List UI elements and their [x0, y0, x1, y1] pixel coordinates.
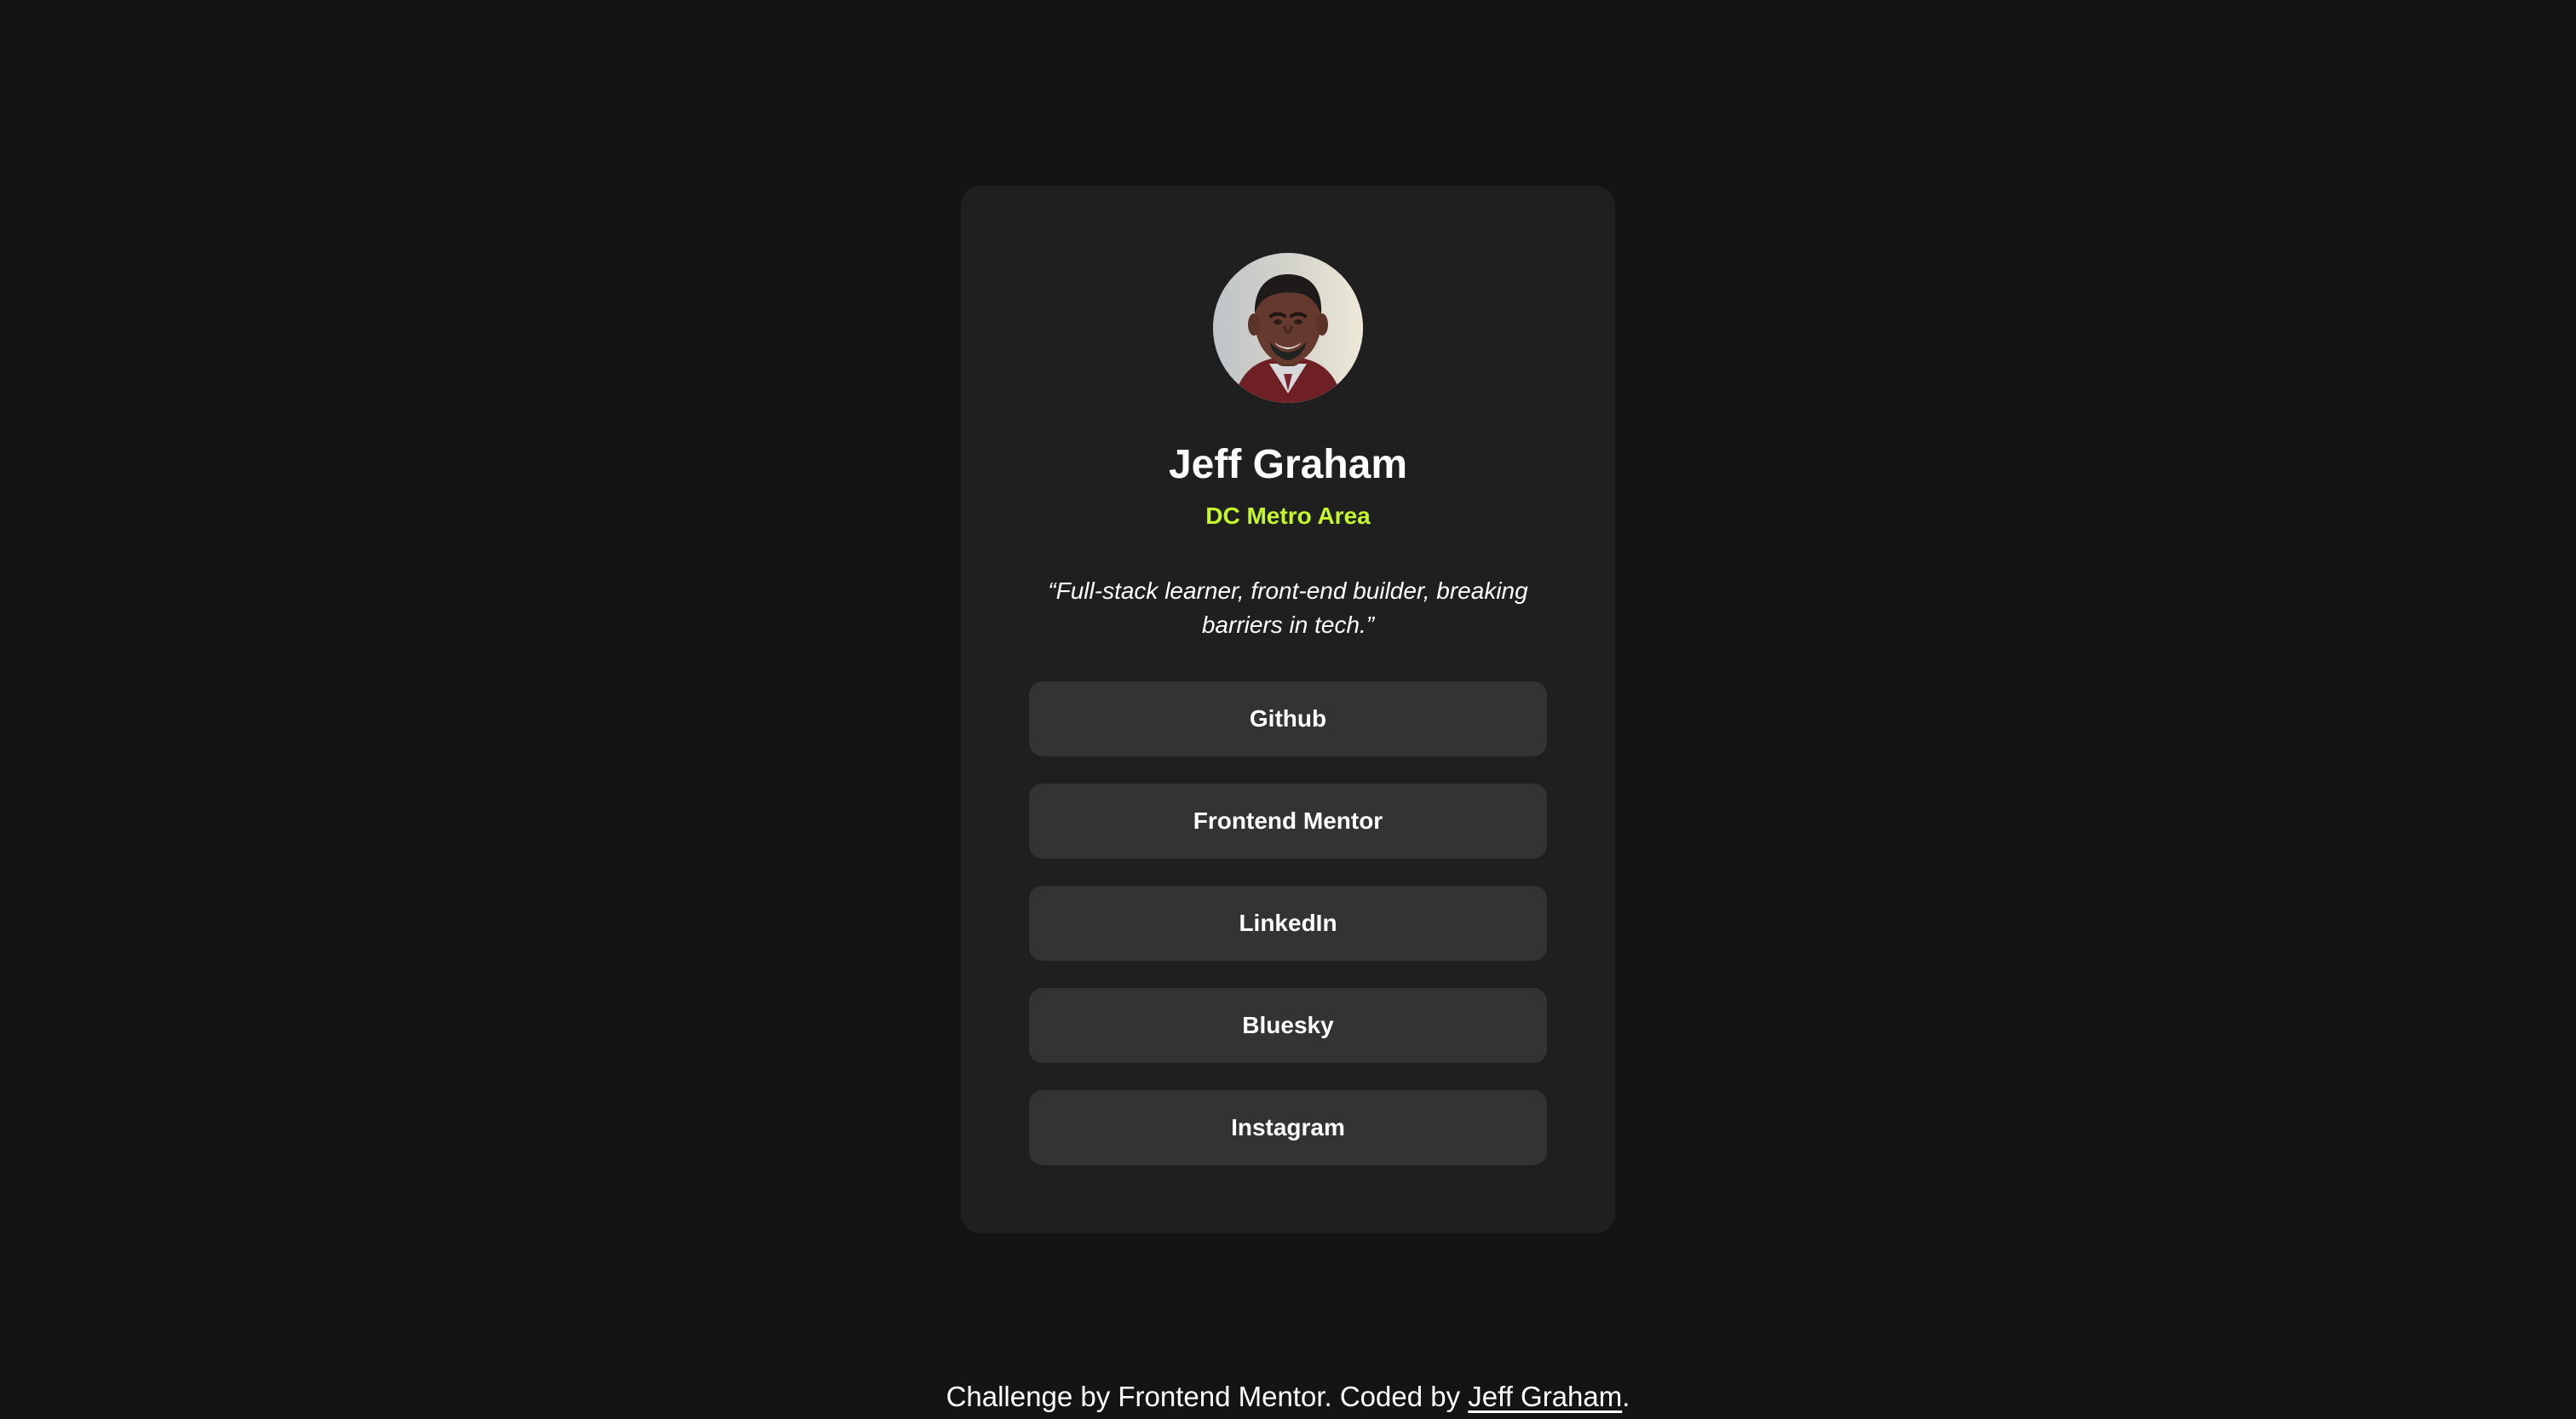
bluesky-link-button[interactable]: Bluesky: [1029, 988, 1547, 1063]
github-link-button[interactable]: Github: [1029, 681, 1547, 756]
author-link[interactable]: Jeff Graham: [1468, 1381, 1622, 1412]
attribution-text: Challenge by Frontend Mentor. Coded by: [946, 1381, 1469, 1412]
attribution-footer: Challenge by Frontend Mentor. Coded by J…: [0, 1380, 2576, 1414]
profile-bio: “Full-stack learner, front-end builder, …: [1048, 577, 1528, 638]
profile-photo-icon: [1213, 253, 1363, 403]
profile-location: DC Metro Area: [1205, 503, 1371, 529]
instagram-link-button[interactable]: Instagram: [1029, 1090, 1547, 1165]
social-links: Github Frontend Mentor LinkedIn Bluesky …: [1029, 681, 1547, 1192]
avatar: [1213, 253, 1363, 403]
profile-card: Jeff Graham DC Metro Area “Full-stack le…: [961, 186, 1615, 1233]
attribution-period: .: [1622, 1381, 1630, 1412]
profile-name: Jeff Graham: [1168, 442, 1408, 487]
frontend-mentor-link-button[interactable]: Frontend Mentor: [1029, 784, 1547, 859]
linkedin-link-button[interactable]: LinkedIn: [1029, 886, 1547, 961]
